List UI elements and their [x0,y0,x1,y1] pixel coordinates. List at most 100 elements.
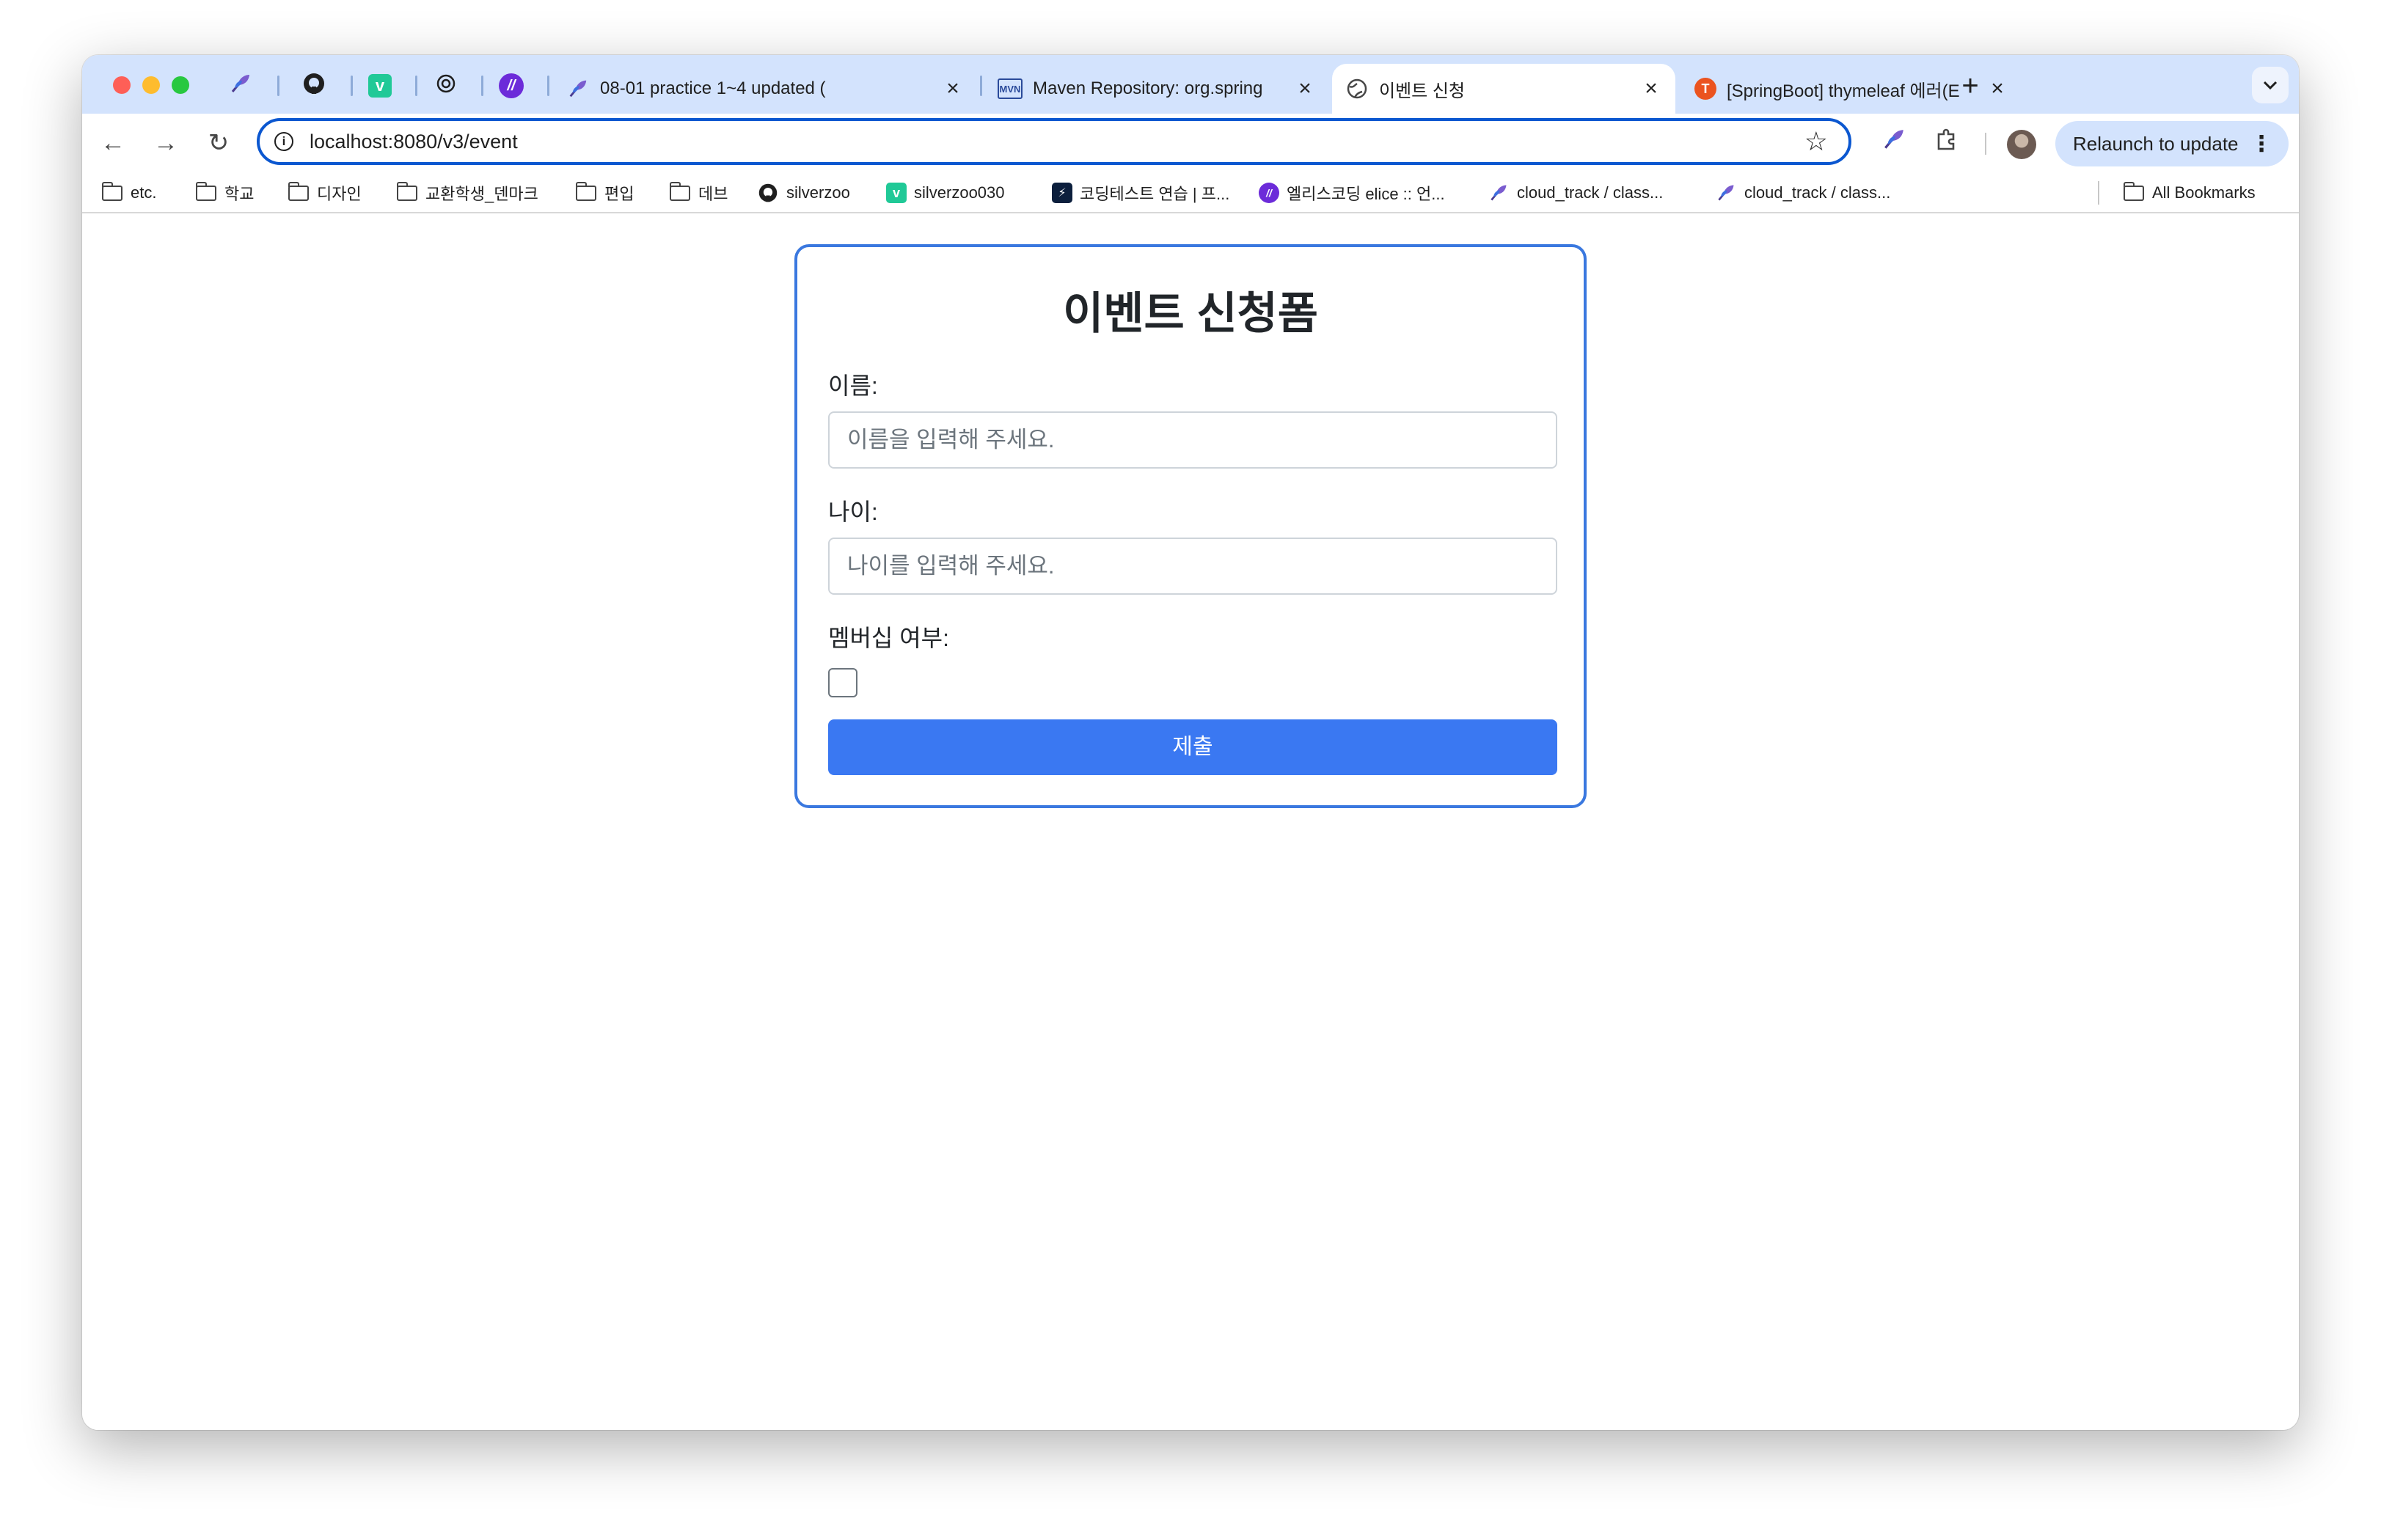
tab-title: [SpringBoot] thymeleaf 에러(E [1727,81,1960,101]
pinned-tab-github[interactable] [301,73,327,99]
bookmark-elice[interactable]: // 엘리스코딩 elice :: 언... [1259,178,1445,208]
close-icon[interactable]: × [1640,76,1662,101]
bookmarks-divider [2098,181,2099,205]
tab-search-button[interactable] [2252,67,2289,103]
bookmark-label: 엘리스코딩 elice :: 언... [1287,185,1445,203]
bookmark-folder-transfer[interactable]: 편입 [575,178,634,208]
tab-title: 이벤트 신청 [1379,81,1466,101]
close-icon[interactable]: × [1986,76,2008,101]
tab-separator [547,76,549,96]
bookmark-programmers[interactable]: ⚡ 코딩테스트 연습 | 프... [1052,178,1229,208]
name-input[interactable] [828,411,1557,469]
folder-icon [101,181,123,204]
tab-separator [415,76,417,96]
name-label: 이름: [828,373,878,399]
toolbar-divider [1985,133,1986,155]
back-button[interactable]: ← [97,127,129,159]
extension-button[interactable] [1878,127,1910,159]
more-vert-icon: ⋮ [2250,131,2272,156]
close-window-button[interactable] [113,76,131,94]
address-bar[interactable]: i localhost:8080/v3/event ☆ [257,118,1851,165]
age-label: 나이: [828,499,878,525]
bookmark-label: 코딩테스트 연습 | 프... [1080,185,1230,203]
bookmark-label: cloud_track / class... [1744,183,1891,202]
forward-button[interactable]: → [150,127,182,159]
arrow-right-icon: → [153,129,178,157]
feather-icon [1881,130,1906,157]
feather-icon [1488,182,1510,204]
bookmark-cloud-track-2[interactable]: cloud_track / class... [1715,178,1890,208]
feather-icon [566,77,590,100]
site-info-icon[interactable]: i [274,132,293,151]
reload-button[interactable]: ↻ [202,127,235,159]
bookmark-label: 학교 [224,185,255,203]
puzzle-icon [1934,128,1959,157]
membership-checkbox[interactable] [828,668,857,697]
bookmark-silverzoo030[interactable]: v silverzoo030 [886,178,1005,208]
folder-icon [2123,181,2145,204]
tab-separator [351,76,353,96]
close-icon[interactable]: × [1294,76,1316,101]
bookmark-label: silverzoo [786,183,850,202]
submit-button[interactable]: 제출 [828,719,1557,775]
tab-practice[interactable]: 08-01 practice 1~4 updated ( × [553,64,977,114]
event-form-card: 이벤트 신청폼 이름: 나이: 멤버십 여부: 제출 [794,244,1587,808]
bookmark-folder-school[interactable]: 학교 [195,178,254,208]
close-icon[interactable]: × [942,76,964,101]
tab-separator [277,76,279,96]
age-input[interactable] [828,538,1557,595]
tab-strip: v // 08-01 practice 1~4 updated ( × MVN … [82,55,2299,114]
bookmark-label: 교환학생_덴마크 [425,185,538,203]
tab-title: 08-01 practice 1~4 updated ( [600,78,826,98]
profile-avatar[interactable] [2007,130,2036,159]
all-bookmarks-button[interactable]: All Bookmarks [2123,178,2256,208]
tistory-icon: T [1694,78,1716,100]
pinned-tab-openai[interactable] [433,73,459,99]
bookmark-label: 데브 [698,185,728,203]
zoom-window-button[interactable] [172,76,189,94]
relaunch-button[interactable]: Relaunch to update ⋮ [2055,121,2289,166]
url-text[interactable]: localhost:8080/v3/event [310,121,518,162]
bookmark-cloud-track-1[interactable]: cloud_track / class... [1488,178,1663,208]
browser-toolbar: ← → ↻ i localhost:8080/v3/event ☆ Relaun… [82,114,2299,172]
pinned-tab-elice[interactable]: // [499,73,524,98]
folder-icon [396,181,418,204]
form-title: 이벤트 신청폼 [1063,289,1318,338]
bookmark-label: cloud_track / class... [1517,183,1664,202]
bookmark-star-icon[interactable]: ☆ [1804,121,1828,162]
tab-title: Maven Repository: org.spring [1033,78,1263,98]
all-bookmarks-label: All Bookmarks [2152,183,2256,202]
tab-separator [980,76,982,96]
bookmark-folder-etc[interactable]: etc. [101,178,156,208]
tab-separator [481,76,483,96]
folder-icon [195,181,217,204]
github-icon [757,182,779,204]
arrow-left-icon: ← [100,129,125,157]
page-content: 이벤트 신청폼 이름: 나이: 멤버십 여부: 제출 [82,213,2299,1430]
programmers-icon: ⚡ [1052,183,1072,203]
tab-event-active[interactable]: 이벤트 신청 × [1332,64,1675,114]
tab-maven[interactable]: MVN Maven Repository: org.spring × [984,64,1329,114]
relaunch-label: Relaunch to update [2073,132,2239,155]
minimize-window-button[interactable] [142,76,160,94]
pinned-tab-velog[interactable]: v [368,74,392,98]
bookmark-label: 편입 [604,185,634,203]
elice-icon: // [1259,183,1279,203]
new-tab-button[interactable]: + [1953,70,1988,105]
membership-label: 멤버십 여부: [828,625,949,651]
bookmark-silverzoo[interactable]: silverzoo [757,178,850,208]
extensions-menu-button[interactable] [1931,127,1963,159]
feather-icon [229,72,252,100]
elice-icon: // [507,77,516,94]
chevron-down-icon [2262,75,2278,95]
bookmark-folder-exchange[interactable]: 교환학생_덴마크 [396,178,538,208]
bookmark-label: silverzoo030 [914,183,1005,202]
pinned-tab-feather[interactable] [227,73,254,99]
bookmark-folder-dev[interactable]: 데브 [669,178,728,208]
folder-icon [288,181,310,204]
folder-icon [575,181,597,204]
bookmark-label: 디자인 [317,185,362,203]
github-icon [302,72,326,100]
bookmark-folder-design[interactable]: 디자인 [288,178,362,208]
bookmarks-bar: etc. 학교 디자인 교환학생_덴마크 편입 데브 silverzoo v s… [82,172,2299,213]
